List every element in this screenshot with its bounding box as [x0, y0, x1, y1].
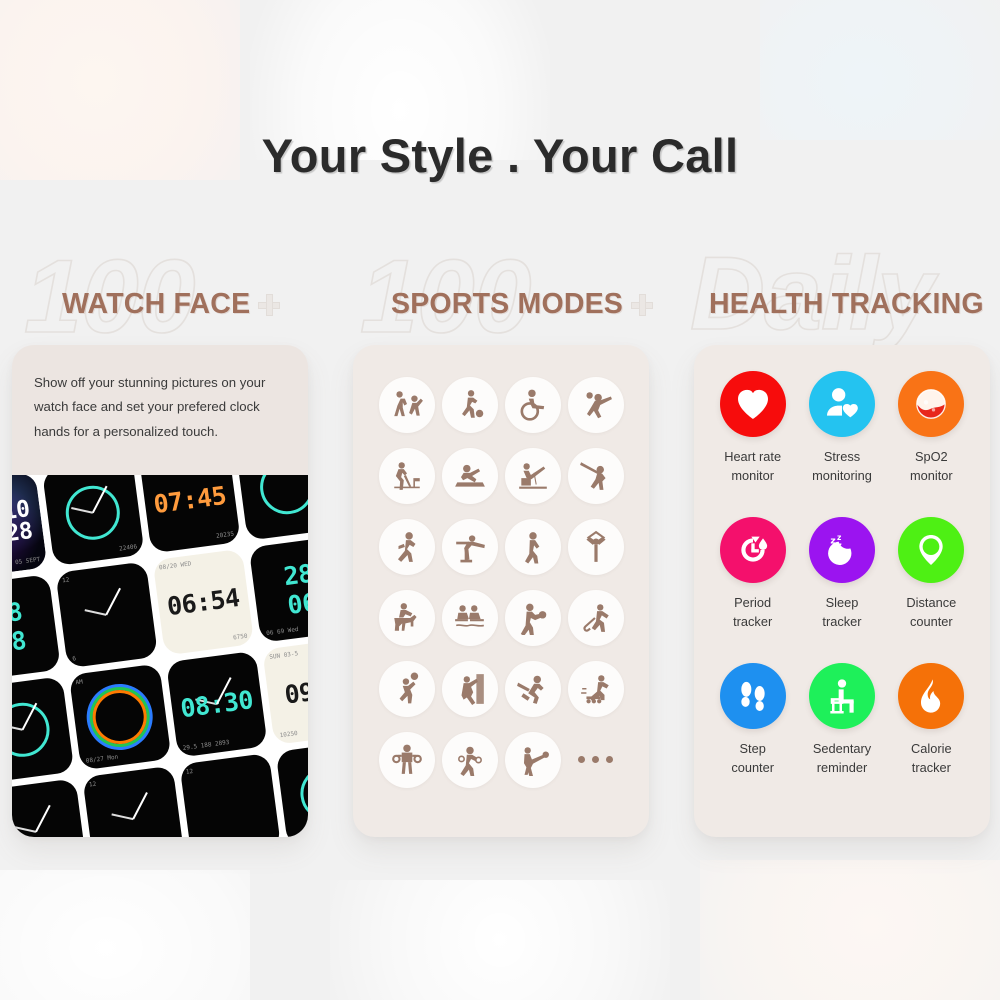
card-health-tracking: Heart rate monitor Stress monitoring SpO…: [694, 345, 990, 837]
sport-icon-martial-arts[interactable]: [378, 376, 435, 433]
column-header-label: WATCH FACE: [62, 288, 251, 320]
svg-text:z: z: [838, 542, 842, 550]
watch-face-description: Show off your stunning pictures on your …: [34, 375, 266, 439]
health-item-spo2[interactable]: SpO2 monitor: [898, 371, 965, 517]
sport-icon-weightlifting[interactable]: [378, 731, 435, 788]
sports-more-dots-icon: [568, 732, 624, 788]
sport-icon-equestrian[interactable]: [378, 589, 435, 646]
watch-face-tile: 12108: [178, 752, 282, 837]
page-root: Your Style . Your Call 100 100 Daily WAT…: [0, 0, 1000, 1000]
watch-face-tile: [235, 475, 308, 541]
column-header-label: SPORTS MODES: [391, 288, 624, 320]
health-icon-grid: Heart rate monitor Stress monitoring SpO…: [708, 371, 976, 809]
watch-face-tile: WEDSMART WATCH: [12, 778, 88, 837]
watch-face-tile: AM WED102805 SEPT: [12, 475, 48, 580]
sedentary-icon: [808, 663, 875, 729]
health-item-label: SpO2 monitor: [909, 449, 953, 483]
sport-icon-yoga[interactable]: [441, 518, 498, 575]
column-header-watch-face: WATCH FACE: [62, 288, 281, 321]
decor-blob-top-right: [760, 0, 1000, 140]
watch-face-tile: 2656: [12, 676, 75, 784]
health-item-label: Sleep tracker: [822, 595, 862, 629]
sport-icon-gymnastics[interactable]: [441, 447, 498, 504]
column-header-label: HEALTH TRACKING: [709, 288, 984, 320]
health-item-stress[interactable]: Stress monitoring: [808, 371, 875, 517]
page-title: Your Style . Your Call: [261, 129, 739, 182]
watch-face-tile: [275, 740, 308, 837]
person-heart-icon: [808, 371, 875, 437]
sports-icon-grid: [375, 369, 627, 795]
watch-face-tile: 08:30 29.5 188 2893: [165, 650, 268, 758]
watch-face-tile: AM 08/27 Mon: [68, 663, 172, 771]
watch-face-tile: TUE 08 JAN080820000: [12, 574, 61, 682]
plus-icon: [258, 293, 281, 316]
health-item-label: Calorie tracker: [911, 741, 952, 775]
health-item-label: Distance counter: [906, 595, 957, 629]
sport-icon-soccer[interactable]: [441, 376, 498, 433]
svg-text:z: z: [837, 533, 841, 542]
sport-icon-javelin[interactable]: [567, 447, 624, 504]
watch-face-tile: 12 6: [55, 561, 158, 669]
sport-icon-golf[interactable]: [378, 447, 435, 504]
sport-icon-boxing[interactable]: [504, 589, 561, 646]
plus-icon: [631, 293, 654, 316]
sport-icon-walking[interactable]: [504, 518, 561, 575]
blood-drop-icon: [898, 371, 965, 437]
health-item-label: Sedentary reminder: [812, 741, 872, 775]
heart-icon: [719, 371, 786, 437]
watch-face-tile: 22406: [41, 475, 145, 567]
svg-text:z: z: [830, 535, 835, 546]
sport-icon-hurdles[interactable]: [504, 660, 561, 717]
sport-icon-stretching[interactable]: [567, 518, 624, 575]
decor-blob-bottom-middle: [330, 880, 670, 1000]
health-item-step[interactable]: Step counter: [719, 663, 786, 809]
card-sports-modes: [353, 345, 649, 837]
sport-icon-running[interactable]: [378, 518, 435, 575]
column-header-health-tracking: HEALTH TRACKING: [709, 288, 984, 321]
watch-face-tile: 08/20 WED 06:54 6750: [152, 548, 255, 656]
flame-icon: [898, 663, 965, 729]
health-item-sleep[interactable]: zzz Sleep tracker: [808, 517, 875, 663]
column-header-sports-modes: SPORTS MODES: [391, 288, 654, 321]
health-item-label: Stress monitoring: [812, 449, 872, 483]
sport-icon-hockey[interactable]: [567, 589, 624, 646]
sport-icon-climbing[interactable]: [441, 660, 498, 717]
watch-face-tile: 12WED: [82, 765, 185, 837]
watch-face-collage: AM WED102805 SEPT 22406 09 27 AM07:45202…: [12, 475, 308, 837]
sport-icon-badminton[interactable]: [441, 731, 498, 788]
health-item-label: Period tracker: [733, 595, 773, 629]
watch-face-tile: 09 27 AM07:4520235: [138, 475, 242, 554]
footprints-icon: [719, 663, 786, 729]
sport-icon-hammer-throw[interactable]: [504, 731, 561, 788]
sport-icon-volleyball[interactable]: [567, 376, 624, 433]
card-watch-face: Show off your stunning pictures on your …: [12, 345, 308, 837]
sport-icon-rollerskating[interactable]: [567, 660, 624, 717]
moon-zzz-icon: zzz: [808, 517, 875, 583]
health-item-distance[interactable]: Distance counter: [898, 517, 965, 663]
health-item-heart-rate[interactable]: Heart rate monitor: [719, 371, 786, 517]
period-icon: [719, 517, 786, 583]
sport-icon-fishing[interactable]: [504, 447, 561, 504]
health-item-calorie[interactable]: Calorie tracker: [898, 663, 965, 809]
location-pin-icon: [898, 517, 965, 583]
decor-blob-bottom-right: [700, 860, 1000, 1000]
sport-icon-wheelchair[interactable]: [504, 376, 561, 433]
decor-blob-bottom-left: [0, 870, 250, 1000]
health-item-period[interactable]: Period tracker: [719, 517, 786, 663]
health-item-label: Heart rate monitor: [724, 449, 782, 483]
watch-face-tile: SUN 03-5 09:4 10250: [262, 637, 308, 745]
sport-icon-rowing[interactable]: [441, 589, 498, 646]
health-item-sedentary[interactable]: Sedentary reminder: [808, 663, 875, 809]
watch-face-tile: 28 06 06 69 Wed: [248, 535, 308, 643]
health-item-label: Step counter: [731, 741, 774, 775]
sport-icon-basketball[interactable]: [378, 660, 435, 717]
